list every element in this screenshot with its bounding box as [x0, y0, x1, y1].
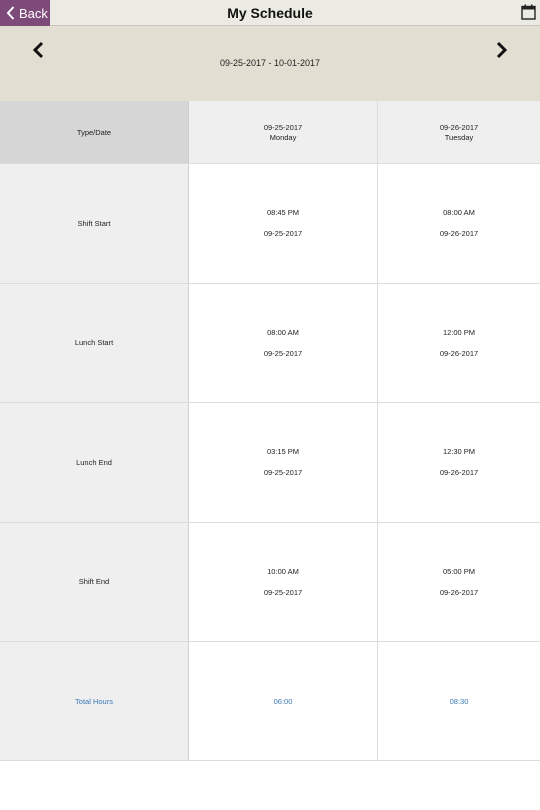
table-row: Shift End 10:00 AM 09-25-2017 05:00 PM 0… — [0, 522, 540, 642]
page-title: My Schedule — [227, 5, 313, 21]
total-hours-label: Total Hours — [75, 696, 113, 706]
chevron-left-icon — [6, 6, 15, 20]
cell-time: 12:00 PM — [442, 327, 476, 337]
cell-time: 03:15 PM — [266, 447, 300, 457]
column-day: Tuesday — [444, 132, 474, 142]
cell-date: 09-26-2017 — [439, 468, 479, 478]
row-label: Shift Start — [77, 218, 111, 228]
schedule-cell[interactable]: 08:00 AM 09-26-2017 — [378, 164, 540, 283]
cell-time: 10:00 AM — [267, 566, 299, 576]
cell-time: 12:30 PM — [442, 447, 476, 457]
total-hours-value: 06:00 — [273, 696, 293, 706]
total-hours-value: 08:30 — [449, 696, 469, 706]
back-button-label: Back — [19, 5, 48, 21]
schedule-cell[interactable]: 08:00 AM 09-25-2017 — [189, 283, 378, 402]
cell-date: 09-26-2017 — [439, 229, 479, 239]
column-day: Monday — [269, 132, 297, 142]
column-header: 09-26-2017 Tuesday — [378, 101, 540, 163]
table-row: Lunch End 03:15 PM 09-25-2017 12:30 PM 0… — [0, 403, 540, 523]
corner-header: Type/Date — [0, 101, 189, 163]
schedule-cell[interactable]: 08:45 PM 09-25-2017 — [189, 164, 378, 283]
chevron-right-icon — [496, 41, 508, 59]
cell-date: 09-25-2017 — [263, 348, 303, 358]
cell-time: 08:00 AM — [443, 208, 475, 218]
week-date-range: 09-25-2017 - 10-01-2017 — [219, 58, 321, 68]
corner-label: Type/Date — [76, 127, 112, 137]
calendar-icon[interactable] — [521, 4, 536, 20]
cell-time: 05:00 PM — [442, 566, 476, 576]
top-bar: Back My Schedule — [0, 0, 540, 26]
chevron-left-icon — [32, 41, 44, 59]
table-row: Lunch Start 08:00 AM 09-25-2017 12:00 PM… — [0, 283, 540, 403]
previous-week-button[interactable] — [30, 40, 46, 60]
row-label: Lunch Start — [74, 338, 114, 348]
row-label-cell: Lunch End — [0, 403, 189, 522]
row-label-cell: Shift Start — [0, 164, 189, 283]
schedule-cell[interactable]: 12:00 PM 09-26-2017 — [378, 283, 540, 402]
row-label: Shift End — [78, 577, 110, 587]
column-date: 09-25-2017 — [263, 122, 303, 132]
schedule-cell[interactable]: 12:30 PM 09-26-2017 — [378, 403, 540, 522]
row-label-cell: Shift End — [0, 522, 189, 641]
table-row: Shift Start 08:45 PM 09-25-2017 08:00 AM… — [0, 164, 540, 284]
row-label-cell: Lunch Start — [0, 283, 189, 402]
row-label: Lunch End — [76, 457, 112, 467]
cell-date: 09-25-2017 — [263, 587, 303, 597]
table-header-row: Type/Date 09-25-2017 Monday 09-26-2017 T… — [0, 101, 540, 164]
week-navigator: 09-25-2017 - 10-01-2017 — [0, 26, 540, 101]
row-label-cell: Total Hours — [0, 642, 189, 760]
schedule-cell[interactable]: 10:00 AM 09-25-2017 — [189, 522, 378, 641]
next-week-button[interactable] — [494, 40, 510, 60]
back-button[interactable]: Back — [0, 0, 50, 26]
total-hours-row: Total Hours 06:00 08:30 — [0, 642, 540, 761]
total-hours-cell: 08:30 — [378, 642, 540, 760]
cell-date: 09-25-2017 — [263, 468, 303, 478]
cell-time: 08:45 PM — [266, 208, 300, 218]
column-date: 09-26-2017 — [439, 122, 479, 132]
schedule-cell[interactable]: 03:15 PM 09-25-2017 — [189, 403, 378, 522]
cell-date: 09-26-2017 — [439, 348, 479, 358]
cell-time: 08:00 AM — [267, 327, 299, 337]
schedule-cell[interactable]: 05:00 PM 09-26-2017 — [378, 522, 540, 641]
total-hours-cell: 06:00 — [189, 642, 378, 760]
cell-date: 09-26-2017 — [439, 587, 479, 597]
cell-date: 09-25-2017 — [263, 229, 303, 239]
column-header: 09-25-2017 Monday — [189, 101, 378, 163]
schedule-table: Type/Date 09-25-2017 Monday 09-26-2017 T… — [0, 101, 540, 761]
